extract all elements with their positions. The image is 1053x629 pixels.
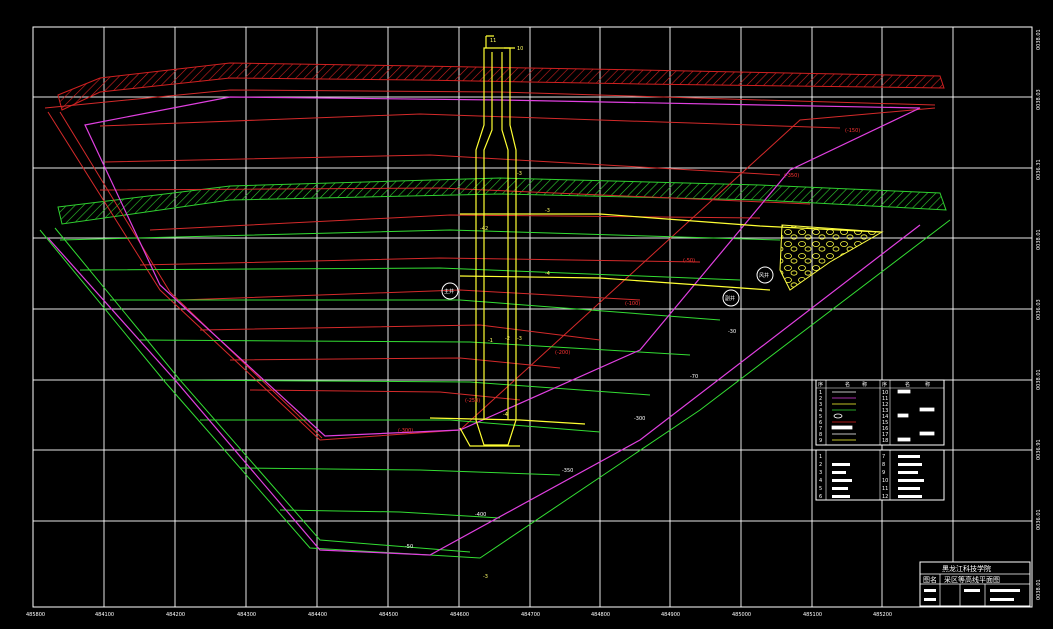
contour-label: -30	[728, 329, 736, 335]
middle-roadway	[459, 275, 771, 291]
x-axis-ticks: 485800 484100 484200 484300 484400 48450…	[26, 612, 892, 618]
y-tick: 0036.01	[1036, 509, 1042, 530]
legend-row-num: 9	[819, 438, 822, 444]
x-tick: 484900	[661, 612, 680, 618]
y-tick: 0038.01	[1036, 29, 1042, 50]
x-tick: 484800	[591, 612, 610, 618]
contour-label: (-300)	[398, 428, 413, 434]
legend-row-num: 1	[819, 454, 822, 460]
contour-label: -70	[690, 374, 698, 380]
y-tick: 0038.01	[1036, 229, 1042, 250]
contour-label: (-100)	[625, 301, 640, 307]
shaft-label: -3	[545, 208, 550, 214]
legend-header: 名	[905, 381, 910, 388]
legend-header: 称	[925, 381, 930, 388]
title-block: 黑龙江科技学院 图名 采区等高线平面图	[919, 561, 1031, 607]
legend-row-num: 9	[882, 470, 885, 476]
legend-table: 序 名 称 序 名 称 1 2 3 4 5 6 7 8 9 10 11 12 1…	[815, 379, 945, 446]
contour-label: (-350)	[784, 173, 799, 179]
y-axis-ticks: 0038.01 0038.03 0036.31 0038.01 0036.03 …	[1036, 29, 1042, 600]
shaft-label: 11	[490, 38, 496, 44]
legend-row-num: 10	[882, 478, 888, 484]
legend-header: 称	[862, 381, 867, 388]
shaft-label: 10	[517, 46, 523, 52]
x-tick: 485800	[26, 612, 45, 618]
legend-row-num: 2	[819, 462, 822, 468]
coordinate-grid	[33, 27, 1032, 607]
x-tick: 485000	[732, 612, 751, 618]
x-tick: 484100	[95, 612, 114, 618]
rock-pile	[779, 224, 884, 291]
contour-label: -350	[562, 468, 573, 474]
x-tick: 484600	[450, 612, 469, 618]
y-tick: 0036.31	[1036, 159, 1042, 180]
legend-row-num: 11	[882, 486, 888, 492]
cad-drawing-canvas[interactable]: 485800 484100 484200 484300 484400 48450…	[0, 0, 1053, 629]
legend-row-num: 12	[882, 494, 888, 500]
legend-header: 名	[845, 381, 850, 388]
contour-label: -300	[634, 416, 645, 422]
y-tick: 0038.03	[1036, 89, 1042, 110]
legend-row-num: 4	[819, 478, 822, 484]
shaft-label: -4	[503, 412, 508, 418]
y-tick: 0038.01	[1036, 579, 1042, 600]
contour-label: (-250)	[465, 398, 480, 404]
y-tick: 0038.01	[1036, 369, 1042, 390]
contour-label: (-150)	[845, 128, 860, 134]
shaft-label: -4	[545, 271, 550, 277]
legend-header: 序	[818, 381, 823, 388]
red-outcrop-band	[57, 62, 945, 111]
contour-label: -50	[405, 544, 413, 550]
x-tick: 485200	[873, 612, 892, 618]
x-tick: 484200	[166, 612, 185, 618]
shaft-label: -3	[517, 171, 522, 177]
shaft-label: -1	[488, 338, 493, 344]
symbol-label: 风井	[759, 272, 769, 279]
x-tick: 484500	[379, 612, 398, 618]
legend-table-2: 1 2 3 4 5 6 7 8 9 10 11 12	[815, 449, 945, 501]
shaft-label: -3	[483, 574, 488, 580]
title-drawing-name: 采区等高线平面图	[944, 575, 1000, 584]
contour-label: (-200)	[555, 350, 570, 356]
legend-row-num: 18	[882, 438, 888, 444]
symbol-label: 主井	[444, 288, 454, 295]
shaft-label: -2	[505, 336, 510, 342]
x-tick: 484300	[237, 612, 256, 618]
title-org: 黑龙江科技学院	[942, 564, 991, 573]
legend-header: 序	[882, 381, 887, 388]
y-tick: 0036.03	[1036, 299, 1042, 320]
green-contour-labels: -30 -70 -300 -350 -400 -50	[405, 329, 736, 550]
legend-row-num: 8	[882, 462, 885, 468]
x-tick: 484700	[521, 612, 540, 618]
x-tick: 485100	[803, 612, 822, 618]
contour-label: (-50)	[683, 258, 695, 264]
main-shaft	[475, 47, 517, 446]
shaft-label: -3	[517, 336, 522, 342]
symbol-label: 副井	[725, 295, 735, 302]
legend-row-num: 5	[819, 486, 822, 492]
green-outcrop-band	[57, 177, 947, 225]
legend-row-num: 3	[819, 470, 822, 476]
shaft-label: -42	[480, 226, 488, 232]
contour-label: -400	[475, 512, 486, 518]
y-tick: 0036.91	[1036, 439, 1042, 460]
title-row-label: 图名	[923, 575, 937, 584]
legend-row-num: 6	[819, 494, 822, 500]
legend-row-num: 7	[882, 454, 885, 460]
x-tick: 484400	[308, 612, 327, 618]
